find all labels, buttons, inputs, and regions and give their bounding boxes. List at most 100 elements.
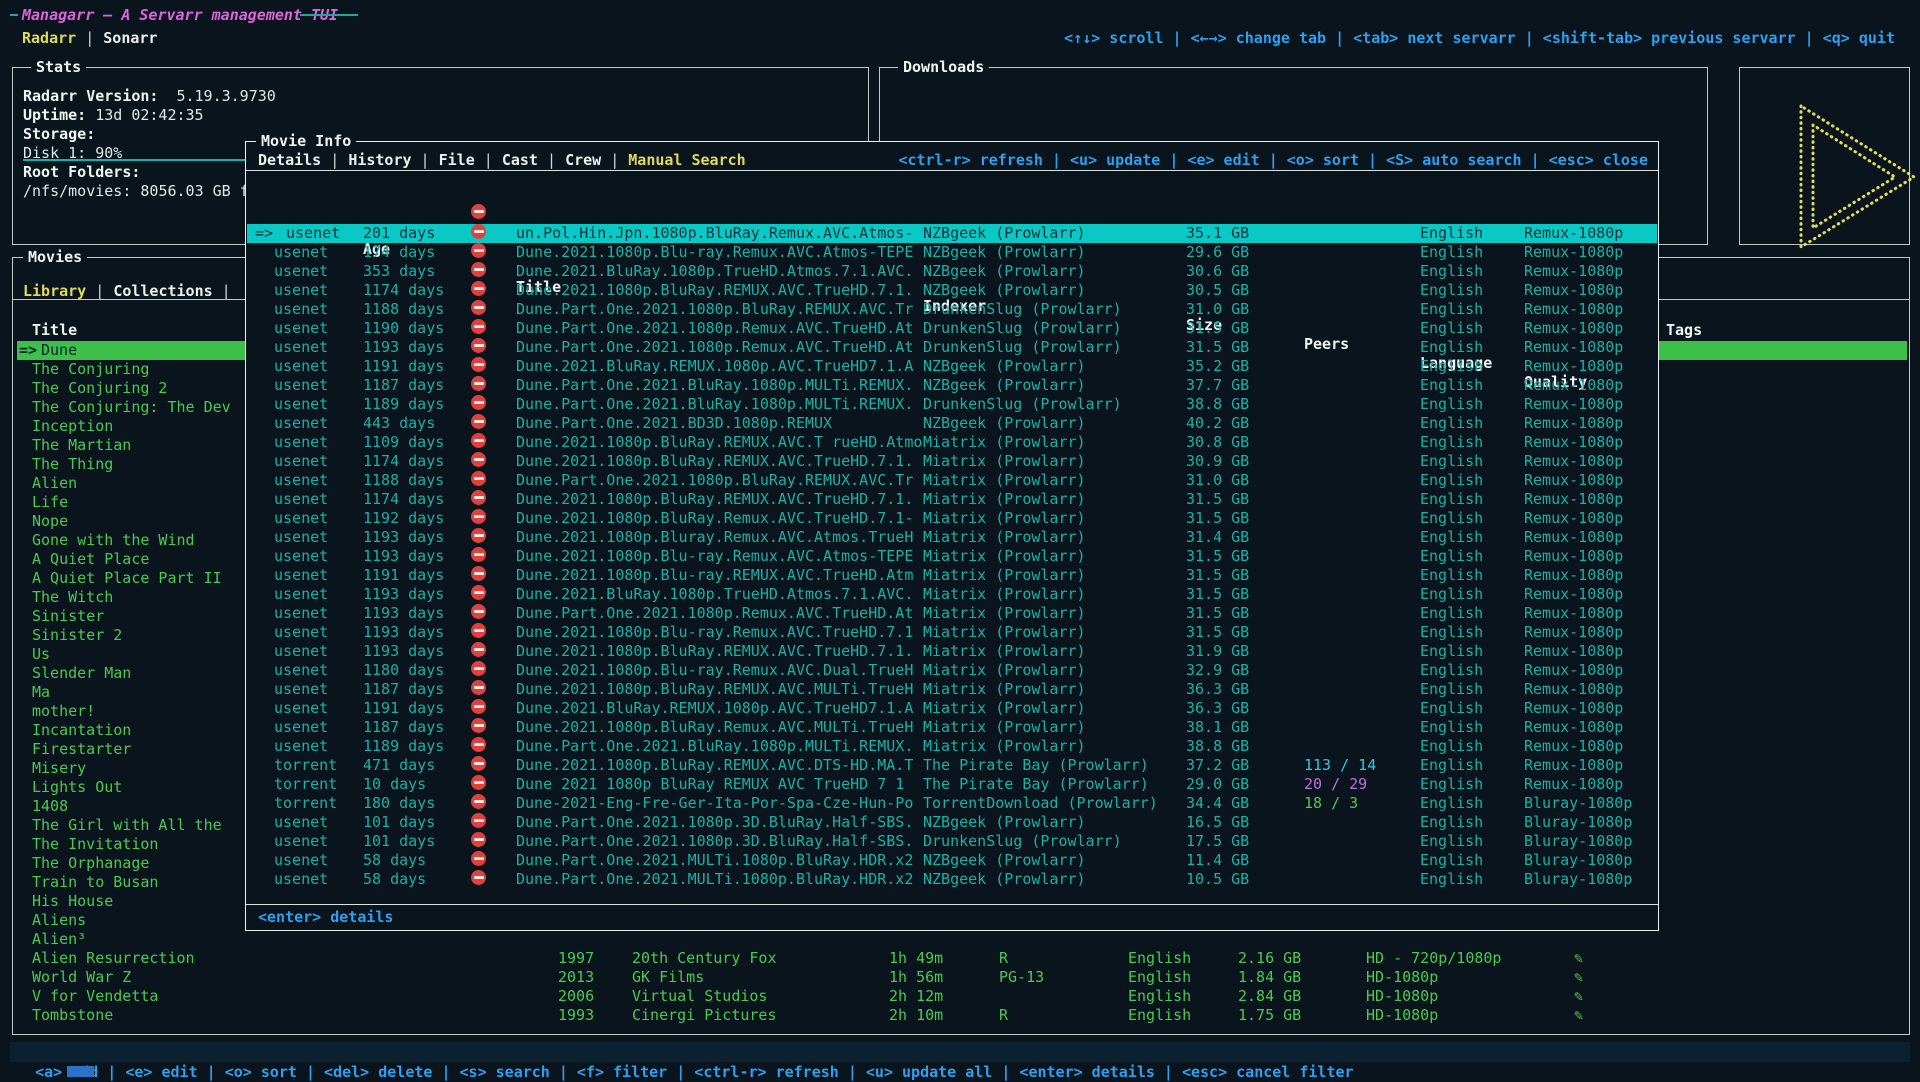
search-result-row[interactable]: usenet1191 daysDune.2021.BluRay.REMUX.10… bbox=[247, 699, 1657, 718]
movie-studio: Virtual Studios bbox=[632, 987, 767, 1006]
search-result-row[interactable]: usenet1191 daysDune.2021.BluRay.REMUX.10… bbox=[247, 357, 1657, 376]
release-source: usenet bbox=[274, 585, 328, 604]
release-indexer: NZBgeek (Prowlarr) bbox=[923, 224, 1086, 243]
search-result-row[interactable]: usenet1193 daysDune.2021.1080p.Blu-ray.R… bbox=[247, 547, 1657, 566]
search-result-row[interactable]: usenet1193 daysDune.2021.BluRay.1080p.Tr… bbox=[247, 585, 1657, 604]
release-indexer: DrunkenSlug (Prowlarr) bbox=[923, 338, 1122, 357]
rejected-icon bbox=[471, 699, 486, 714]
release-indexer: Miatrix (Prowlarr) bbox=[923, 642, 1086, 661]
release-quality: Remux-1080p bbox=[1524, 338, 1623, 357]
release-indexer: Miatrix (Prowlarr) bbox=[923, 528, 1086, 547]
movie-info-hints: <ctrl-r> refresh | <u> update | <e> edit… bbox=[898, 151, 1648, 170]
search-result-row[interactable]: usenet58 daysDune.Part.One.2021.MULTi.10… bbox=[247, 851, 1657, 870]
movie-info-tab-manual-search[interactable]: Manual Search bbox=[628, 151, 745, 169]
release-age: 1174 days bbox=[363, 452, 444, 471]
search-result-row[interactable]: usenet1190 daysDune.Part.One.2021.1080p.… bbox=[247, 319, 1657, 338]
release-size: 29.6 GB bbox=[1186, 243, 1249, 262]
search-result-row[interactable]: usenet1187 daysDune.Part.One.2021.BluRay… bbox=[247, 376, 1657, 395]
search-result-row[interactable]: usenet1174 daysDune.2021.1080p.BluRay.RE… bbox=[247, 490, 1657, 509]
movie-info-tab-details[interactable]: Details bbox=[258, 151, 321, 169]
monitored-pencil-icon: ✎ bbox=[1574, 987, 1583, 1006]
search-result-row[interactable]: usenet174 daysDune.2021.1080p.Blu-ray.Re… bbox=[247, 243, 1657, 262]
release-indexer: TorrentDownload (Prowlarr) bbox=[923, 794, 1158, 813]
tab-separator: | bbox=[601, 151, 628, 169]
search-result-row[interactable]: =>usenet201 daysun.Pol.Hin.Jpn.1080p.Blu… bbox=[247, 224, 1657, 243]
release-age: 1188 days bbox=[363, 471, 444, 490]
movie-info-tab-crew[interactable]: Crew bbox=[565, 151, 601, 169]
search-result-row[interactable]: usenet1188 daysDune.Part.One.2021.1080p.… bbox=[247, 300, 1657, 319]
movie-list-item[interactable]: V for Vendetta2006Virtual Studios2h 12mE… bbox=[17, 987, 1907, 1006]
release-quality: Remux-1080p bbox=[1524, 471, 1623, 490]
release-age: 1191 days bbox=[363, 357, 444, 376]
search-result-row[interactable]: usenet1189 daysDune.Part.One.2021.BluRay… bbox=[247, 737, 1657, 756]
release-size: 30.6 GB bbox=[1186, 262, 1249, 281]
release-size: 31.0 GB bbox=[1186, 300, 1249, 319]
release-indexer: NZBgeek (Prowlarr) bbox=[923, 357, 1086, 376]
search-result-row[interactable]: usenet1192 daysDune.2021.1080p.BluRay.Re… bbox=[247, 509, 1657, 528]
movie-info-tab-file[interactable]: File bbox=[439, 151, 475, 169]
search-result-row[interactable]: usenet1180 daysDune.2021.1080p.Blu-ray.R… bbox=[247, 661, 1657, 680]
search-result-row[interactable]: usenet1174 daysDune.2021.1080p.BluRay.RE… bbox=[247, 452, 1657, 471]
search-result-row[interactable]: torrent10 daysDune 2021 1080p BluRay REM… bbox=[247, 775, 1657, 794]
search-result-row[interactable]: usenet1174 daysDune.2021.1080p.BluRay.RE… bbox=[247, 281, 1657, 300]
servarr-tab-radarr[interactable]: Radarr bbox=[22, 29, 76, 47]
storage-label: Storage: bbox=[23, 125, 95, 144]
movie-title: 1408 bbox=[32, 797, 68, 816]
search-result-row[interactable]: usenet1193 daysDune.2021.1080p.Bluray.Re… bbox=[247, 528, 1657, 547]
search-result-row[interactable]: usenet1193 daysDune.Part.One.2021.1080p.… bbox=[247, 604, 1657, 623]
release-indexer: Miatrix (Prowlarr) bbox=[923, 680, 1086, 699]
movie-size: 2.16 GB bbox=[1238, 949, 1301, 968]
release-source: usenet bbox=[274, 300, 328, 319]
rejected-icon bbox=[471, 452, 486, 467]
release-size: 31.5 GB bbox=[1186, 490, 1249, 509]
search-result-row[interactable]: usenet1193 daysDune.Part.One.2021.1080p.… bbox=[247, 338, 1657, 357]
release-age: 1188 days bbox=[363, 300, 444, 319]
movie-title: Alien Resurrection bbox=[32, 949, 195, 968]
release-language: English bbox=[1420, 281, 1483, 300]
search-result-row[interactable]: usenet1187 daysDune.2021.1080p.BluRay.Re… bbox=[247, 718, 1657, 737]
release-title: Dune.2021.1080p.Blu-ray.Remux.AVC.Atmos-… bbox=[516, 243, 923, 262]
movie-list-item[interactable]: Alien³ bbox=[17, 930, 1907, 949]
movie-list-item[interactable]: World War Z2013GK Films1h 56mPG-13Englis… bbox=[17, 968, 1907, 987]
release-indexer: Miatrix (Prowlarr) bbox=[923, 509, 1086, 528]
search-result-row[interactable]: usenet353 daysDune.2021.BluRay.1080p.Tru… bbox=[247, 262, 1657, 281]
movie-title: His House bbox=[32, 892, 113, 911]
app-title: Managarr — A Servarr management TUI bbox=[22, 6, 338, 25]
search-result-row[interactable]: usenet1193 daysDune.2021.1080p.BluRay.RE… bbox=[247, 642, 1657, 661]
release-quality: Remux-1080p bbox=[1524, 414, 1623, 433]
release-language: English bbox=[1420, 395, 1483, 414]
tab-separator: | bbox=[538, 151, 565, 169]
search-result-row[interactable]: usenet1187 daysDune.2021.1080p.BluRay.RE… bbox=[247, 680, 1657, 699]
search-result-row[interactable]: usenet1188 daysDune.Part.One.2021.1080p.… bbox=[247, 471, 1657, 490]
release-size: 31.5 GB bbox=[1186, 509, 1249, 528]
release-indexer: The Pirate Bay (Prowlarr) bbox=[923, 775, 1149, 794]
search-result-row[interactable]: usenet58 daysDune.Part.One.2021.MULTi.10… bbox=[247, 870, 1657, 889]
search-result-row[interactable]: usenet1191 daysDune.2021.1080p.Blu-ray.R… bbox=[247, 566, 1657, 585]
movie-list-item[interactable]: Tombstone1993Cinergi Pictures2h 10mREngl… bbox=[17, 1006, 1907, 1025]
release-size: 17.5 GB bbox=[1186, 832, 1249, 851]
search-result-row[interactable]: usenet101 daysDune.Part.One.2021.1080p.3… bbox=[247, 832, 1657, 851]
movies-tab-library[interactable]: Library bbox=[23, 282, 86, 300]
downloads-panel-title: Downloads bbox=[898, 58, 989, 77]
release-quality: Remux-1080p bbox=[1524, 604, 1623, 623]
search-result-row[interactable]: usenet1189 daysDune.Part.One.2021.BluRay… bbox=[247, 395, 1657, 414]
search-result-row[interactable]: usenet101 daysDune.Part.One.2021.1080p.3… bbox=[247, 813, 1657, 832]
stats-panel-title: Stats bbox=[31, 58, 86, 77]
servarr-tab-sonarr[interactable]: Sonarr bbox=[103, 29, 157, 47]
movie-info-tab-history[interactable]: History bbox=[348, 151, 411, 169]
movies-tab-collections[interactable]: Collections bbox=[113, 282, 212, 300]
release-title: Dune.2021.1080p.BluRay.REMUX.AVC.TrueHD.… bbox=[516, 642, 923, 661]
search-result-row[interactable]: usenet443 daysDune.Part.One.2021.BD3D.10… bbox=[247, 414, 1657, 433]
search-result-row[interactable]: torrent180 daysDune-2021-Eng-Fre-Ger-Ita… bbox=[247, 794, 1657, 813]
movie-info-tab-cast[interactable]: Cast bbox=[502, 151, 538, 169]
search-result-row[interactable]: usenet1109 daysDune.2021.1080p.BluRay.RE… bbox=[247, 433, 1657, 452]
release-language: English bbox=[1420, 775, 1483, 794]
search-result-row[interactable]: torrent471 daysDune.2021.1080p.BluRay.RE… bbox=[247, 756, 1657, 775]
release-age: 1190 days bbox=[363, 319, 444, 338]
release-quality: Remux-1080p bbox=[1524, 509, 1623, 528]
release-size: 35.1 GB bbox=[1186, 224, 1249, 243]
movie-runtime: 2h 10m bbox=[889, 1006, 943, 1025]
release-title: Dune.Part.One.2021.BD3D.1080p.REMUX bbox=[516, 414, 923, 433]
movie-list-item[interactable]: Alien Resurrection199720th Century Fox1h… bbox=[17, 949, 1907, 968]
search-result-row[interactable]: usenet1193 daysDune.2021.1080p.Blu-ray.R… bbox=[247, 623, 1657, 642]
